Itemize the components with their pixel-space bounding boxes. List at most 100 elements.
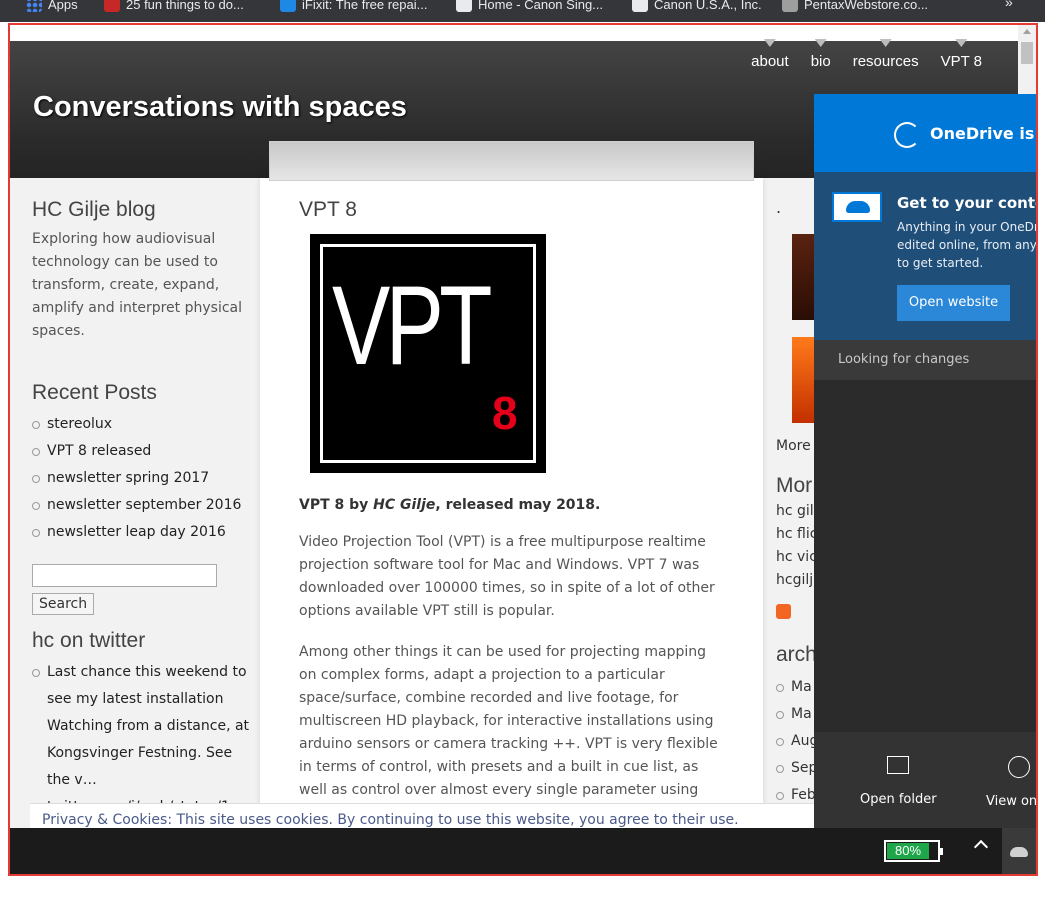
scroll-up-icon[interactable]: [1023, 29, 1031, 34]
open-website-button[interactable]: Open website: [897, 285, 1010, 321]
browser-viewport: about bio resources VPT 8 Conversations …: [8, 23, 1038, 876]
recent-post-link[interactable]: stereolux: [32, 411, 257, 438]
nav-vpt8[interactable]: VPT 8: [941, 53, 982, 70]
chevron-up-icon[interactable]: [973, 839, 989, 855]
post-title[interactable]: VPT 8: [299, 198, 727, 222]
more-photos-link[interactable]: More: [776, 438, 811, 454]
post: VPT 8 VPT 8 VPT 8 by HC Gilje, released …: [299, 198, 727, 802]
battery-indicator[interactable]: 80%: [884, 840, 943, 862]
archive-link[interactable]: Sep: [776, 755, 818, 782]
recent-post-link[interactable]: newsletter spring 2017: [32, 465, 257, 492]
top-nav: about bio resources VPT 8: [751, 53, 982, 70]
sync-icon: [894, 122, 920, 148]
twitter-heading: hc on twitter: [32, 629, 146, 652]
more-link[interactable]: hc flic: [776, 523, 817, 546]
onedrive-flyout: OneDrive is up Get to your content Anyth…: [814, 94, 1038, 829]
nav-bio[interactable]: bio: [811, 53, 831, 70]
sync-status-text: Looking for changes: [814, 340, 1036, 380]
bookmark-canon-usa[interactable]: Canon U.S.A., Inc.: [632, 0, 762, 12]
windows-taskbar: 80%: [10, 828, 1036, 874]
archive-link[interactable]: Ma: [776, 674, 818, 701]
promo-text: Anything in your OneDriv edited online, …: [897, 220, 1038, 270]
view-online-label: View onlin: [986, 794, 1038, 809]
bookmark-apps[interactable]: Apps: [26, 0, 78, 12]
apps-icon: [26, 0, 42, 12]
recent-post-link[interactable]: newsletter september 2016: [32, 492, 257, 519]
blog-description: Exploring how audiovisual technology can…: [32, 231, 242, 339]
logo-text: VPT: [332, 263, 493, 388]
more-link[interactable]: hcgilj: [776, 569, 817, 592]
flickr-thumbnail[interactable]: [792, 234, 816, 320]
bookmark-label: Canon U.S.A., Inc.: [654, 0, 762, 12]
vpt8-logo-image: VPT 8: [310, 234, 546, 473]
flickr-thumbnail[interactable]: [792, 337, 816, 423]
bookmark-label: Home - Canon Sing...: [478, 0, 604, 12]
logo-number: 8: [492, 387, 518, 439]
archives-heading: arch: [776, 643, 817, 666]
post-paragraph: Video Projection Tool (VPT) is a free mu…: [299, 534, 715, 619]
bookmark-label: Apps: [48, 0, 78, 12]
widget-dot: .: [776, 198, 782, 217]
more-link[interactable]: hc gil: [776, 500, 817, 523]
onedrive-header: OneDrive is up: [814, 94, 1036, 172]
meta-prefix: VPT 8 by: [299, 497, 374, 513]
red-c-icon: [104, 0, 120, 12]
scrollbar-thumb[interactable]: [1021, 42, 1033, 64]
onedrive-cloud-icon: [832, 192, 882, 222]
bookmark-pentax[interactable]: PentaxWebstore.co...: [782, 0, 928, 12]
meta-author: HC Gilje: [373, 497, 436, 513]
search-button[interactable]: Search: [32, 593, 95, 615]
recent-posts-list: stereolux VPT 8 released newsletter spri…: [32, 411, 257, 546]
archive-link[interactable]: Aug: [776, 728, 818, 755]
promo-title: Get to your content: [897, 194, 1036, 212]
cookie-notice[interactable]: Privacy & Cookies: This site uses cookie…: [30, 803, 820, 829]
archives-list: Ma Ma Aug Sep Feb: [776, 674, 818, 809]
tweet-item: Last chance this weekend to see my lates…: [32, 659, 257, 821]
onedrive-status-title: OneDrive is up: [930, 124, 1036, 143]
battery-nub: [940, 848, 943, 855]
onedrive-cloud-icon: [1010, 847, 1028, 857]
post-card-header: [269, 141, 754, 181]
view-online-button[interactable]: View onlin: [986, 756, 1038, 809]
pentax-icon: [782, 0, 798, 12]
folder-icon: [887, 756, 910, 774]
more-link[interactable]: hc vic: [776, 546, 817, 569]
archive-link[interactable]: Ma: [776, 701, 818, 728]
rss-icon[interactable]: [776, 604, 791, 619]
recent-post-link[interactable]: VPT 8 released: [32, 438, 257, 465]
bookmarks-bar: Apps 25 fun things to do... iFixit: The …: [0, 0, 1045, 22]
main-content: VPT 8 VPT 8 VPT 8 by HC Gilje, released …: [260, 178, 763, 874]
globe-icon: [1008, 756, 1031, 778]
bookmark-label: iFixit: The free repai...: [302, 0, 428, 12]
bookmark-label: PentaxWebstore.co...: [804, 0, 929, 12]
nav-resources[interactable]: resources: [853, 53, 919, 70]
onedrive-promo-card: Get to your content Anything in your One…: [814, 172, 1038, 340]
bookmark-canon-sing[interactable]: Home - Canon Sing...: [456, 0, 603, 12]
open-folder-button[interactable]: Open folder: [860, 756, 937, 807]
post-paragraph: Among other things it can be used for pr…: [299, 644, 718, 798]
onedrive-tray-button[interactable]: [1002, 828, 1036, 874]
bookmark-ifixit[interactable]: iFixit: The free repai...: [280, 0, 427, 12]
battery-percent: 80%: [895, 843, 922, 858]
bookmark-fun-things[interactable]: 25 fun things to do...: [104, 0, 244, 12]
more-links: hc gil hc flic hc vic hcgilj: [776, 500, 817, 592]
open-folder-label: Open folder: [860, 792, 937, 807]
site-title[interactable]: Conversations with spaces: [33, 91, 407, 124]
bookmarks-overflow-button[interactable]: »: [1005, 0, 1013, 10]
search-input[interactable]: [32, 564, 217, 587]
recent-posts-heading: Recent Posts: [32, 381, 157, 404]
onedrive-footer: Open folder View onlin: [814, 732, 1038, 829]
ifixit-icon: [280, 0, 296, 12]
more-heading: Mor: [776, 474, 813, 497]
bookmark-label: 25 fun things to do...: [126, 0, 244, 12]
blog-title: HC Gilje blog: [32, 198, 156, 221]
globe-icon: [632, 0, 648, 12]
meta-suffix: , released may 2018.: [435, 497, 601, 513]
tweet-text: Last chance this weekend to see my lates…: [47, 664, 250, 788]
left-sidebar: HC Gilje blog Exploring how audiovisual …: [32, 198, 257, 821]
nav-about[interactable]: about: [751, 53, 789, 70]
globe-icon: [456, 0, 472, 12]
tweet-list: Last chance this weekend to see my lates…: [32, 659, 257, 821]
recent-post-link[interactable]: newsletter leap day 2016: [32, 519, 257, 546]
post-meta: VPT 8 by HC Gilje, released may 2018.: [299, 497, 727, 513]
